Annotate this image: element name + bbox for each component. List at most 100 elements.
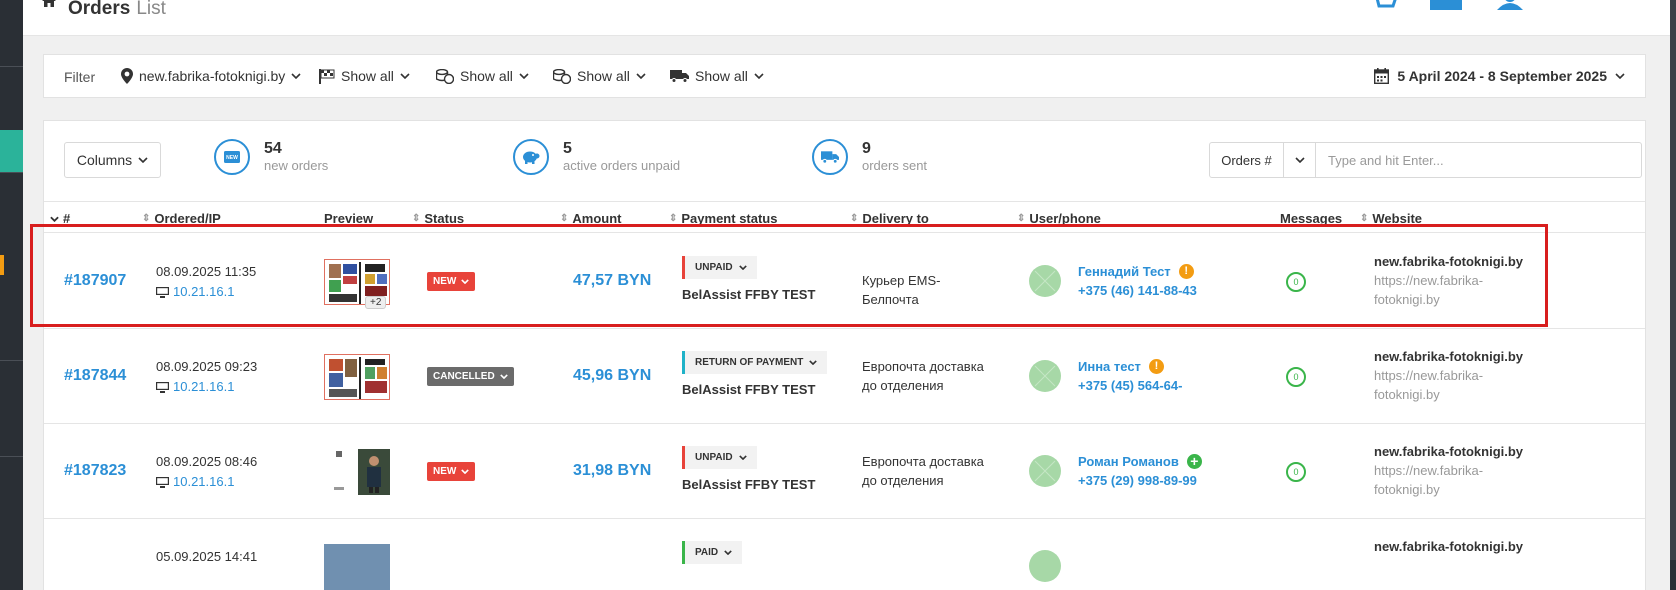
order-ip[interactable]: 10.21.16.1 (156, 282, 256, 302)
search-field-select[interactable]: Orders # (1210, 143, 1284, 177)
avatar (1029, 455, 1061, 487)
preview-more-count[interactable]: +2 (365, 296, 387, 309)
payment-cell: PAID (682, 541, 743, 564)
order-date: 08.09.2025 08:46 (156, 454, 258, 469)
filter-payment-dropdown[interactable]: Show all (436, 68, 529, 84)
column-header-number[interactable]: # (50, 211, 70, 226)
location-pin-icon (121, 68, 133, 84)
table-row[interactable]: #187907 08.09.2025 11:35 10.21.16.1 +2 N… (44, 234, 1645, 329)
chevron-down-icon (1615, 73, 1625, 79)
preview-thumbnail[interactable] (324, 354, 390, 400)
messages-cell[interactable]: 0 (1286, 367, 1306, 387)
table-row[interactable]: #187823 08.09.2025 08:46 10.21.16.1 NEW (44, 424, 1645, 519)
order-search: Orders # (1209, 142, 1642, 178)
ordered-cell: 08.09.2025 09:23 10.21.16.1 (156, 357, 257, 397)
filter-status-dropdown[interactable]: Show all (319, 68, 410, 84)
chevron-down-icon (519, 73, 529, 79)
preview-image (324, 449, 390, 495)
chevron-down-icon (50, 216, 59, 222)
filter-payment-system-dropdown[interactable]: Show all (553, 68, 646, 84)
column-header-ordered[interactable]: ⇕ Ordered/IP (142, 211, 221, 226)
left-sidebar (0, 0, 23, 590)
website-url[interactable]: https://new.fabrika-fotoknigi.by (1374, 461, 1534, 499)
messages-cell[interactable]: 0 (1286, 462, 1306, 482)
date-range-label: 5 April 2024 - 8 September 2025 (1397, 68, 1607, 84)
stat-new-orders[interactable]: NEW 54 new orders (214, 139, 328, 175)
website-url[interactable]: https://new.fabrika-fotoknigi.by (1374, 271, 1534, 309)
status-badge[interactable]: NEW (427, 272, 476, 291)
user-name-link[interactable]: Инна тест ! (1078, 357, 1182, 376)
stat-sent-orders[interactable]: 9 orders sent (812, 139, 927, 175)
columns-button-label: Columns (76, 152, 133, 168)
table-row[interactable]: 05.09.2025 14:41 PAID new.fabrika-fotokn… (44, 519, 1645, 590)
column-header-amount[interactable]: ⇕ Amount (560, 211, 622, 226)
scrollbar-thumb[interactable] (1670, 0, 1676, 560)
date-range-picker[interactable]: 5 April 2024 - 8 September 2025 (1374, 68, 1625, 84)
user-cell: Геннадий Тест ! +375 (46) 141-88-43 (1078, 262, 1197, 300)
order-id-link[interactable]: #187844 (64, 367, 126, 385)
user-phone[interactable]: +375 (29) 998-89-99 (1078, 471, 1202, 490)
preview-thumbnail[interactable] (324, 449, 390, 495)
chevron-down-icon (754, 73, 764, 79)
website-cell: new.fabrika-fotoknigi.by https://new.fab… (1374, 442, 1534, 499)
column-header-website[interactable]: ⇕ Website (1360, 211, 1422, 226)
order-id-link[interactable]: #187823 (64, 462, 126, 480)
column-header-payment-status[interactable]: ⇕ Payment status (669, 211, 777, 226)
order-ip[interactable]: 10.21.16.1 (156, 377, 257, 397)
page-title-sub: List (136, 0, 166, 19)
column-header-label: Delivery to (862, 211, 929, 226)
sidebar-divider (0, 360, 23, 361)
stat-unpaid-orders[interactable]: 5 active orders unpaid (513, 139, 680, 175)
delivery-method: Курьер EMS-Белпочта (862, 273, 941, 307)
payment-status-badge[interactable]: UNPAID (682, 446, 757, 469)
filter-delivery-dropdown[interactable]: Show all (670, 68, 764, 84)
filter-site-dropdown[interactable]: new.fabrika-fotoknigi.by (121, 68, 301, 84)
user-phone[interactable]: +375 (46) 141-88-43 (1078, 281, 1197, 300)
messages-count: 0 (1286, 272, 1306, 292)
sidebar-item-active[interactable] (0, 130, 23, 172)
payment-status-badge[interactable]: UNPAID (682, 256, 757, 279)
orders-panel: Columns NEW 54 new orders 5 active order… (43, 120, 1646, 590)
page-title-main: Orders (68, 0, 131, 19)
order-ip-label: 10.21.16.1 (173, 379, 235, 394)
preview-thumbnail[interactable] (324, 544, 390, 590)
user-name-link[interactable]: Геннадий Тест ! (1078, 262, 1197, 281)
user-name-link[interactable]: Роман Романов + (1078, 452, 1202, 471)
website-cell: new.fabrika-fotoknigi.by https://new.fab… (1374, 347, 1534, 404)
table-row[interactable]: #187844 08.09.2025 09:23 10.21.16.1 CANC… (44, 329, 1645, 424)
payment-cell: UNPAID BelAssist FFBY TEST (682, 256, 815, 302)
column-header-delivery[interactable]: ⇕ Delivery to (850, 211, 929, 226)
coins-icon (553, 68, 571, 84)
cart-icon[interactable] (1371, 0, 1397, 13)
status-badge[interactable]: NEW (427, 462, 476, 481)
user-name: Геннадий Тест (1078, 264, 1171, 279)
page-scrollbar[interactable] (1670, 0, 1676, 590)
column-header-status[interactable]: ⇕ Status (412, 211, 464, 226)
order-id-link[interactable]: #187907 (64, 272, 126, 290)
filter-label: Filter (64, 69, 96, 85)
chevron-down-icon (636, 73, 646, 79)
sidebar-notification-marker (0, 255, 4, 275)
search-field-dropdown[interactable] (1284, 143, 1316, 177)
home-icon[interactable] (42, 0, 56, 10)
payment-status-badge[interactable]: RETURN OF PAYMENT (682, 351, 828, 374)
website-cell: new.fabrika-fotoknigi.by https://new.fab… (1374, 252, 1534, 309)
column-header-user[interactable]: ⇕ User/phone (1017, 211, 1101, 226)
stat-unpaid-count: 5 (563, 140, 572, 157)
user-account-icon[interactable] (1495, 0, 1525, 13)
columns-button[interactable]: Columns (64, 142, 161, 178)
messages-cell[interactable]: 0 (1286, 272, 1306, 292)
folder-icon[interactable] (1430, 0, 1462, 13)
chevron-down-icon (291, 73, 301, 79)
user-phone[interactable]: +375 (45) 564-64- (1078, 376, 1182, 395)
payment-system: BelAssist FFBY TEST (682, 382, 816, 397)
preview-thumbnail[interactable]: +2 (324, 259, 390, 309)
ordered-cell: 08.09.2025 08:46 10.21.16.1 (156, 452, 257, 492)
payment-status-badge[interactable]: PAID (682, 541, 743, 564)
search-input[interactable] (1316, 143, 1641, 177)
status-badge[interactable]: CANCELLED (427, 367, 514, 386)
column-header-label: # (63, 211, 71, 226)
order-ip[interactable]: 10.21.16.1 (156, 472, 257, 492)
website-url[interactable]: https://new.fabrika-fotoknigi.by (1374, 366, 1534, 404)
ordered-cell: 08.09.2025 11:35 10.21.16.1 (156, 262, 256, 302)
